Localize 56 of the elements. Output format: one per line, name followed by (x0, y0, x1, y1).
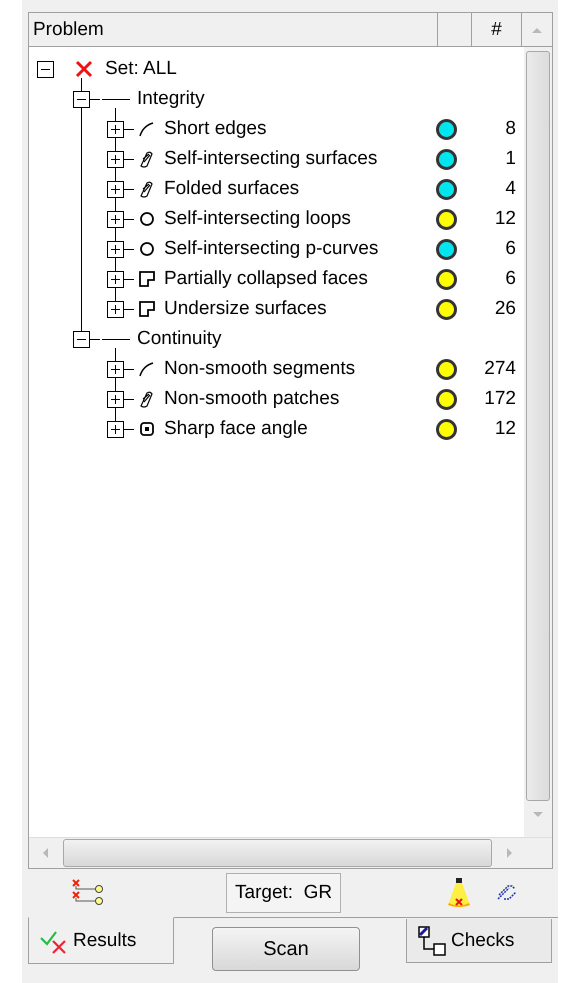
expand-icon[interactable] (107, 360, 124, 378)
face-icon (138, 300, 156, 318)
tree-item[interactable]: Continuity (137, 328, 222, 350)
swap-arrows-icon[interactable] (496, 883, 518, 903)
count-cell-text: 1 (504, 148, 516, 170)
tree-item[interactable]: Sharp face angle (164, 418, 308, 440)
face-icon (138, 270, 156, 288)
vertical-scrollbar[interactable] (524, 47, 552, 837)
tree-item[interactable]: Folded surfaces (164, 178, 300, 200)
expand-icon[interactable] (107, 150, 124, 168)
tree-item[interactable]: Undersize surfaces (164, 298, 327, 320)
tab[interactable]: Results (28, 917, 174, 964)
expand-icon[interactable] (107, 270, 124, 288)
circle-icon (138, 240, 156, 258)
tree-item[interactable]: Self-intersecting surfaces (164, 148, 378, 170)
tree-item[interactable]: Non-smooth patches (164, 388, 340, 410)
count-cell-text: 6 (504, 238, 516, 260)
expand-icon[interactable] (107, 390, 124, 408)
circle-icon (138, 210, 156, 228)
tab[interactable]: Checks (406, 919, 552, 963)
scroll-thumb[interactable] (63, 839, 492, 867)
count-cell-text: 26 (494, 298, 516, 320)
collapse-icon[interactable] (37, 60, 54, 78)
tree-item[interactable]: Self-intersecting loops (164, 208, 351, 230)
collapse-icon[interactable] (73, 330, 90, 348)
collapse-icon[interactable] (73, 90, 90, 108)
tree-item[interactable]: Partially collapsed faces (164, 268, 368, 290)
tree-item[interactable]: Set: ALL (105, 58, 177, 80)
arc-icon (138, 360, 156, 378)
expand-icon[interactable] (107, 120, 124, 138)
scan-button[interactable]: Scan (212, 927, 360, 971)
count-cell-text: 12 (494, 418, 516, 440)
expand-icon[interactable] (107, 420, 124, 438)
expand-icon[interactable] (107, 300, 124, 318)
horizontal-scrollbar[interactable] (29, 837, 552, 868)
tree-item[interactable]: Short edges (164, 118, 266, 140)
cross-icon (75, 60, 93, 78)
target-label: Target: GR (226, 873, 342, 913)
count-cell-text: 4 (504, 178, 516, 200)
count-cell-text: 8 (504, 118, 516, 140)
lamp-icon[interactable] (446, 877, 472, 909)
tree-item[interactable]: Self-intersecting p-curves (164, 238, 378, 260)
tree-item[interactable]: Non-smooth segments (164, 358, 356, 380)
tree-item[interactable]: Integrity (137, 88, 205, 110)
expand-icon[interactable] (107, 180, 124, 198)
count-cell-text: 12 (494, 208, 516, 230)
scroll-thumb[interactable] (526, 51, 550, 801)
square-target-icon (138, 420, 156, 438)
column-header[interactable]: Problem (29, 13, 438, 46)
checkbox-tree-icon (417, 924, 447, 956)
count-cell-text: 172 (483, 388, 516, 410)
count-cell-text: 6 (504, 268, 516, 290)
expand-icon[interactable] (107, 210, 124, 228)
expand-icon[interactable] (107, 240, 124, 258)
arc-icon (138, 120, 156, 138)
count-cell-text: 274 (483, 358, 516, 380)
